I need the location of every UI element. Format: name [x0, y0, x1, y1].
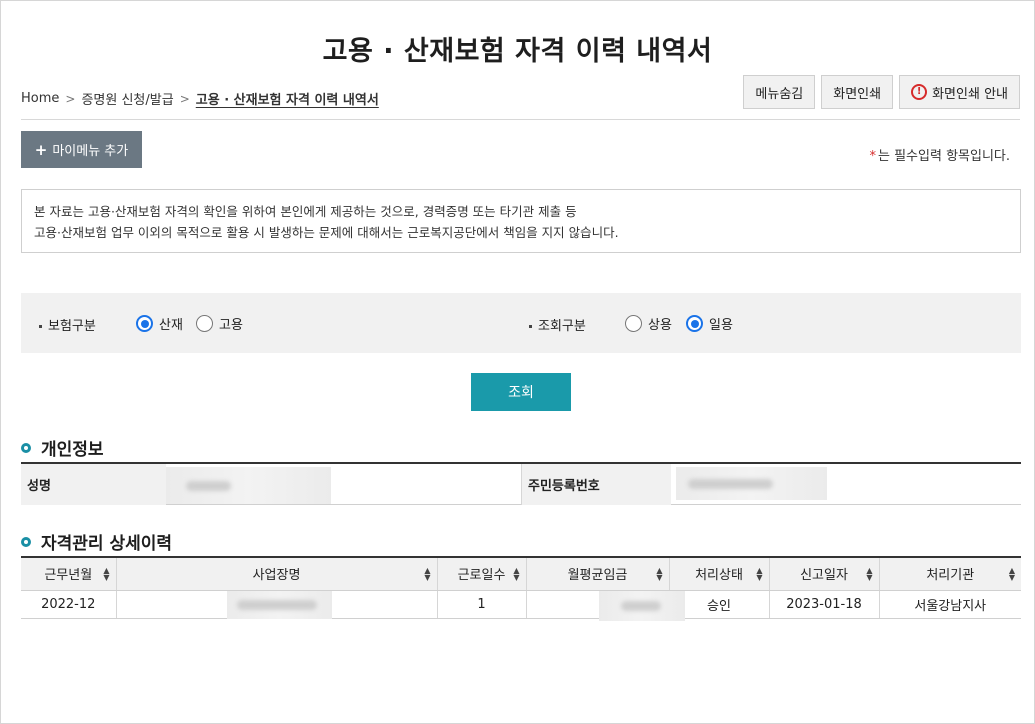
name-value-masked	[166, 467, 331, 504]
print-guide-label: 화면인쇄 안내	[932, 86, 1008, 102]
radio-query-sangyong[interactable]: 상용	[625, 314, 672, 333]
notice-line-1: 본 자료는 고용·산재보험 자격의 확인을 위하여 본인에게 제공하는 것으로,…	[34, 204, 577, 219]
name-label: 성명	[21, 464, 166, 505]
notice-box: 본 자료는 고용·산재보험 자격의 확인을 위하여 본인에게 제공하는 것으로,…	[21, 189, 1021, 253]
personal-info-table: 성명 주민등록번호	[21, 462, 1021, 505]
col-header-status[interactable]: 처리상태 ▲ ▼	[668, 556, 769, 591]
breadcrumb-level1[interactable]: 증명원 신청/발급	[81, 89, 173, 108]
page-title: 고용 · 산재보험 자격 이력 내역서	[322, 36, 713, 67]
print-guide-button[interactable]: ! 화면인쇄 안내	[899, 75, 1020, 109]
col-header-month[interactable]: 근무년월 ▲ ▼	[21, 556, 116, 591]
history-table: 근무년월 ▲ ▼ 사업장명 ▲ ▼ 근로일수 ▲ ▼ 월평균임금 ▲ ▼ 처리상태 ▲ ▼ 신고일자…	[21, 556, 1021, 621]
cell-office: 서울강남지사	[878, 590, 1021, 619]
radio-insurance-goyong[interactable]: 고용	[196, 314, 243, 333]
bullet-dot-icon	[39, 325, 42, 328]
col-header-office[interactable]: 처리기관 ▲ ▼	[878, 556, 1021, 591]
query-type-label: 조회구분	[529, 315, 586, 334]
cell-month: 2022-12	[21, 590, 116, 619]
add-mymenu-button[interactable]: + 마이메뉴 추가	[21, 131, 142, 168]
breadcrumb-home[interactable]: Home	[21, 91, 59, 106]
personal-info-heading: 개인정보	[21, 435, 104, 460]
required-note: * 는 필수입력 항목입니다.	[870, 145, 1011, 164]
print-button[interactable]: 화면인쇄	[821, 75, 894, 109]
col-header-date[interactable]: 신고일자 ▲ ▼	[768, 556, 879, 591]
cell-date: 2023-01-18	[768, 590, 879, 619]
breadcrumb: Home > 증명원 신청/발급 > 고용 · 산재보험 자격 이력 내역서	[21, 89, 379, 108]
rrn-value-masked	[676, 467, 827, 500]
radio-insurance-sanjae[interactable]: 산재	[136, 314, 183, 333]
top-button-group: 메뉴숨김 화면인쇄 ! 화면인쇄 안내	[743, 75, 1020, 109]
radio-query-ilyong[interactable]: 일용	[686, 314, 733, 333]
sort-icon[interactable]: ▲ ▼	[756, 567, 762, 582]
divider	[21, 119, 1020, 120]
sort-icon[interactable]: ▲ ▼	[866, 567, 872, 582]
sort-icon[interactable]: ▲ ▼	[1009, 567, 1015, 582]
required-note-text: 는 필수입력 항목입니다.	[878, 149, 1010, 164]
radio-selected-icon	[136, 315, 153, 332]
radio-empty-icon	[196, 315, 213, 332]
sort-icon[interactable]: ▲ ▼	[103, 567, 109, 582]
chevron-right-icon: >	[65, 91, 76, 106]
chevron-right-icon: >	[179, 91, 190, 106]
insurance-type-label: 보험구분	[39, 315, 96, 334]
col-header-wage[interactable]: 월평균임금 ▲ ▼	[525, 556, 669, 591]
page-frame: 고용 · 산재보험 자격 이력 내역서 Home > 증명원 신청/발급 > 고…	[0, 0, 1035, 724]
radio-empty-icon	[625, 315, 642, 332]
history-heading: 자격관리 상세이력	[21, 529, 172, 554]
required-star: *	[869, 149, 877, 164]
warning-icon: !	[911, 84, 928, 100]
bullet-dot-icon	[529, 325, 532, 328]
search-panel: 보험구분 산재 고용 조회구분 상용 일용	[21, 293, 1021, 353]
notice-line-2: 고용·산재보험 업무 이외의 목적으로 활용 시 발생하는 문제에 대해서는 근…	[34, 225, 619, 240]
hide-menu-button[interactable]: 메뉴숨김	[743, 75, 816, 109]
plus-icon: +	[34, 140, 48, 159]
sort-icon[interactable]: ▲ ▼	[656, 567, 662, 582]
cell-days: 1	[436, 590, 526, 619]
col-header-days[interactable]: 근로일수 ▲ ▼	[436, 556, 526, 591]
cell-wage-masked	[525, 590, 685, 621]
section-bullet-icon	[21, 536, 31, 547]
radio-selected-icon	[686, 315, 703, 332]
history-header-row: 근무년월 ▲ ▼ 사업장명 ▲ ▼ 근로일수 ▲ ▼ 월평균임금 ▲ ▼ 처리상태 ▲ ▼ 신고일자…	[21, 556, 1021, 591]
sort-icon[interactable]: ▲ ▼	[513, 567, 519, 582]
search-button[interactable]: 조회	[471, 373, 571, 411]
rrn-label: 주민등록번호	[521, 464, 671, 505]
table-row: 2022-12 1 승인 2023-01-18 서울강남지사	[21, 590, 1021, 621]
add-mymenu-label: 마이메뉴 추가	[52, 144, 129, 159]
cell-status: 승인	[668, 590, 769, 619]
col-header-workplace[interactable]: 사업장명 ▲ ▼	[115, 556, 437, 591]
section-bullet-icon	[21, 442, 31, 453]
cell-workplace-masked	[115, 590, 437, 619]
breadcrumb-current[interactable]: 고용 · 산재보험 자격 이력 내역서	[196, 89, 379, 108]
sort-icon[interactable]: ▲ ▼	[424, 567, 430, 582]
